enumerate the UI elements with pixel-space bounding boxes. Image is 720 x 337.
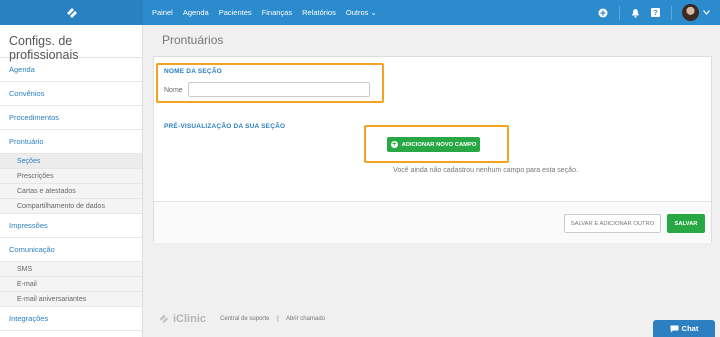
sidebar-subitem-compartilhamento[interactable]: Compartilhamento de dados	[0, 199, 142, 214]
section-form-card: NOME DA SEÇÃO Nome PRÉ-VISUALIZAÇÃO DA S…	[153, 56, 712, 243]
sidebar-item-convenios[interactable]: Convênios	[0, 82, 142, 106]
footer-separator: |	[277, 316, 279, 322]
sidebar-subitem-prescricoes[interactable]: Prescrições	[0, 169, 142, 184]
top-navbar: Painel Agenda Pacientes Finanças Relatór…	[0, 0, 720, 25]
iclinic-logo-icon	[66, 7, 77, 18]
nav-relatorios[interactable]: Relatórios	[302, 8, 336, 17]
topbar-right: ?	[587, 0, 710, 25]
empty-message: Você ainda não cadastrou nenhum campo pa…	[154, 167, 711, 174]
plus-icon: +	[390, 141, 398, 148]
iclinic-logo-icon	[159, 314, 169, 324]
save-and-add-button[interactable]: SALVAR E ADICIONAR OUTRO	[564, 214, 661, 233]
sidebar-subitem-email[interactable]: E-mail	[0, 277, 142, 292]
avatar[interactable]	[682, 4, 699, 21]
open-ticket-link[interactable]: Abrir chamado	[286, 316, 325, 322]
sidebar-title: Configs. de profissionais	[0, 25, 142, 62]
form-actions: SALVAR E ADICIONAR OUTRO SALVAR	[154, 201, 711, 243]
nav-agenda[interactable]: Agenda	[183, 8, 209, 17]
save-button[interactable]: SALVAR	[667, 214, 705, 233]
chat-icon	[670, 325, 679, 332]
sidebar-item-prontuario[interactable]: Prontuário	[0, 130, 142, 154]
sidebar: Configs. de profissionais Agenda Convêni…	[0, 25, 143, 337]
footer-links: Central de suporte | Abrir chamado	[220, 316, 331, 322]
sidebar-subitem-cartas[interactable]: Cartas e atestados	[0, 184, 142, 199]
logo[interactable]	[0, 0, 143, 25]
sidebar-subitem-secoes[interactable]: Seções	[0, 154, 142, 169]
plus-circle-icon[interactable]	[598, 8, 608, 18]
chat-button[interactable]: Chat	[653, 320, 715, 337]
sidebar-subitem-sms[interactable]: SMS	[0, 262, 142, 277]
nav-outros[interactable]: Outros ⌄	[346, 8, 377, 17]
chat-label: Chat	[681, 324, 699, 333]
section-name-input[interactable]	[188, 82, 370, 97]
nav-painel[interactable]: Painel	[152, 8, 173, 17]
divider	[671, 5, 672, 20]
page-title: Prontuários	[162, 33, 224, 47]
footer-brand: iClinic	[158, 313, 206, 325]
empty-message-text: Você ainda não cadastrou nenhum campo pa…	[393, 167, 578, 174]
add-field-button[interactable]: + ADICIONAR NOVO CAMPO	[387, 137, 480, 152]
name-field-label: Nome	[164, 87, 183, 94]
nav-pacientes[interactable]: Pacientes	[219, 8, 252, 17]
divider	[619, 5, 620, 20]
sidebar-subitem-email-aniversariantes[interactable]: E-mail aniversariantes	[0, 292, 142, 307]
page-footer: iClinic Central de suporte | Abrir chama…	[158, 313, 331, 325]
add-field-label: ADICIONAR NOVO CAMPO	[401, 141, 477, 148]
chevron-down-icon[interactable]	[703, 10, 710, 15]
brand-text: iClinic	[173, 313, 207, 325]
nav-financas[interactable]: Finanças	[262, 8, 292, 17]
svg-text:?: ?	[653, 10, 657, 17]
support-link[interactable]: Central de suporte	[220, 316, 269, 322]
preview-label: PRÉ-VISUALIZAÇÃO DA SUA SEÇÃO	[164, 123, 286, 130]
sidebar-item-comunicacao[interactable]: Comunicação	[0, 238, 142, 262]
main-nav: Painel Agenda Pacientes Finanças Relatór…	[152, 0, 387, 25]
sidebar-item-impressoes[interactable]: Impressões	[0, 214, 142, 238]
sidebar-item-procedimentos[interactable]: Procedimentos	[0, 106, 142, 130]
sidebar-item-integracoes[interactable]: Integrações	[0, 307, 142, 331]
help-icon[interactable]: ?	[651, 8, 660, 17]
bell-icon[interactable]	[631, 8, 640, 18]
section-name-label: NOME DA SEÇÃO	[164, 68, 222, 75]
